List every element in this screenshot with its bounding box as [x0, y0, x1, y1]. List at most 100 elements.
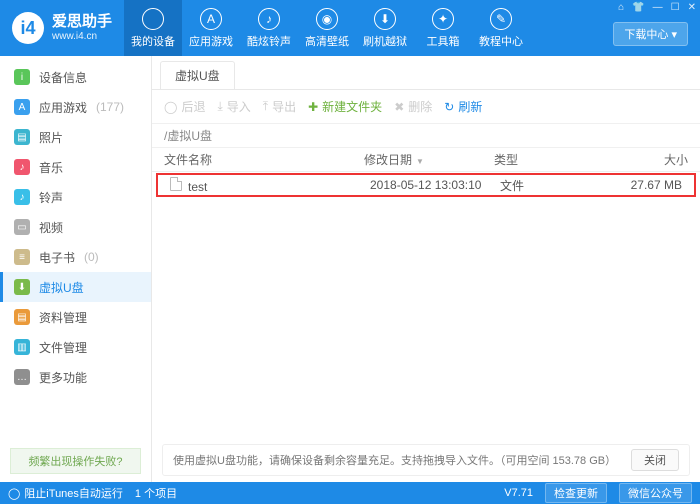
nav-label: 高清壁纸: [305, 33, 349, 49]
sidebar-icon: ♪: [14, 189, 30, 205]
hint-bar: 使用虚拟U盘功能，请确保设备剩余容量充足。支持拖拽导入文件。（可用空间 153.…: [162, 444, 690, 476]
sidebar-label: 音乐: [39, 159, 63, 176]
top-nav-item[interactable]: 我的设备: [124, 0, 182, 56]
export-button[interactable]: ⤒导出: [263, 98, 296, 115]
tab-virtual-udisk[interactable]: 虚拟U盘: [160, 61, 235, 89]
brand: i4 爱思助手 www.i4.cn: [0, 0, 124, 56]
app-header: i4 爱思助手 www.i4.cn 我的设备 A 应用游戏 ♪ 酷炫铃声 ◉ 高清壁纸 ⬇刷机…: [0, 0, 700, 56]
nav-icon: ⬇: [374, 8, 396, 30]
sidebar-label: 照片: [39, 129, 63, 146]
nav-label: 教程中心: [479, 33, 523, 49]
close-button[interactable]: ✕: [688, 2, 696, 13]
sidebar-label: 虚拟U盘: [39, 279, 84, 296]
sidebar-item[interactable]: ♪铃声: [0, 182, 151, 212]
cell-type: 文件: [500, 177, 580, 194]
cell-size: 27.67 MB: [580, 178, 682, 192]
top-nav-item[interactable]: ✎ 教程中心: [472, 0, 530, 56]
nav-icon: ✎: [490, 8, 512, 30]
sidebar-count: (177): [96, 100, 124, 114]
sidebar-icon: ♪: [14, 159, 30, 175]
col-size[interactable]: 大小: [574, 151, 688, 168]
brand-logo-icon: i4: [12, 12, 44, 44]
nav-icon: [142, 8, 164, 30]
sidebar-item[interactable]: ▤ 资料管理: [0, 302, 151, 332]
sidebar: i设备信息A应用游戏 (177)▤照片♪音乐♪铃声▭视频≡电子书 (0)⬇虚拟U…: [0, 56, 152, 482]
wechat-button[interactable]: 微信公众号: [619, 483, 692, 503]
nav-icon: ✦: [432, 8, 454, 30]
sidebar-label: 资料管理: [39, 309, 87, 326]
nav-icon: ◉: [316, 8, 338, 30]
toolbar: ◯后退 ⤓导入 ⤒导出 ✚新建文件夹 ✖删除 ↻刷新: [152, 90, 700, 124]
window-controls: ⌂ 👕 — ☐ ✕: [618, 2, 696, 13]
col-type[interactable]: 类型: [494, 151, 574, 168]
breadcrumb: /虚拟U盘: [152, 124, 700, 148]
cell-name: test: [170, 177, 370, 194]
hint-text: 使用虚拟U盘功能，请确保设备剩余容量充足。支持拖拽导入文件。（可用空间 153.…: [173, 452, 616, 468]
file-icon: [170, 177, 182, 191]
nav-label: 应用游戏: [189, 33, 233, 49]
sidebar-label: 更多功能: [39, 369, 87, 386]
sidebar-item[interactable]: ▤照片: [0, 122, 151, 152]
maximize-button[interactable]: ☐: [671, 2, 680, 13]
sidebar-item[interactable]: ≡电子书 (0): [0, 242, 151, 272]
sidebar-item[interactable]: …更多功能: [0, 362, 151, 392]
back-button: ◯后退: [164, 98, 205, 115]
col-date[interactable]: 修改日期: [364, 151, 494, 168]
import-button[interactable]: ⤓导入: [217, 98, 250, 115]
column-headers: 文件名称 修改日期 类型 大小: [152, 148, 700, 172]
nav-icon: ♪: [258, 8, 280, 30]
check-update-button[interactable]: 检查更新: [545, 483, 607, 503]
download-center-button[interactable]: 下载中心 ▾: [613, 22, 688, 46]
hint-close-button[interactable]: 关闭: [631, 449, 679, 471]
sidebar-icon: ▤: [14, 309, 30, 325]
col-name[interactable]: 文件名称: [164, 151, 364, 168]
export-icon: ⤒: [263, 99, 268, 114]
sidebar-item[interactable]: ▥ 文件管理: [0, 332, 151, 362]
itunes-block-toggle[interactable]: ◯阻止iTunes自动运行: [8, 485, 123, 501]
content-pane: 虚拟U盘 ◯后退 ⤓导入 ⤒导出 ✚新建文件夹 ✖删除 ↻刷新 /虚拟U盘 文件…: [152, 56, 700, 482]
minimize-button[interactable]: —: [653, 2, 663, 13]
cell-date: 2018-05-12 13:03:10: [370, 178, 500, 192]
sidebar-label: 视频: [39, 219, 63, 236]
sidebar-icon: ▭: [14, 219, 30, 235]
brand-name: 爱思助手: [52, 14, 112, 31]
sidebar-item[interactable]: i 设备信息: [0, 62, 151, 92]
settings-icon[interactable]: ⌂: [618, 2, 624, 13]
sidebar-count: (0): [84, 250, 99, 264]
sidebar-item[interactable]: ⬇ 虚拟U盘: [0, 272, 151, 302]
table-row[interactable]: test2018-05-12 13:03:10文件27.67 MB: [156, 173, 696, 197]
new-folder-button[interactable]: ✚新建文件夹: [308, 98, 382, 115]
top-nav-item[interactable]: ⬇刷机越狱: [356, 0, 414, 56]
nav-label: 酷炫铃声: [247, 33, 291, 49]
sidebar-item[interactable]: ▭ 视频: [0, 212, 151, 242]
refresh-button[interactable]: ↻刷新: [444, 98, 482, 115]
sidebar-label: 电子书: [39, 249, 75, 266]
top-nav-item[interactable]: ✦ 工具箱: [414, 0, 472, 56]
nav-label: 工具箱: [427, 33, 460, 49]
add-icon: ✚: [308, 100, 318, 114]
status-bar: ◯阻止iTunes自动运行 1 个项目 V7.71 检查更新 微信公众号: [0, 482, 700, 504]
skin-icon[interactable]: 👕: [632, 2, 644, 13]
sidebar-item[interactable]: ♪ 音乐: [0, 152, 151, 182]
nav-icon: A: [200, 8, 222, 30]
sidebar-label: 文件管理: [39, 339, 87, 356]
version-label: V7.71: [504, 487, 533, 499]
back-icon: ◯: [164, 100, 177, 114]
top-nav-item[interactable]: A 应用游戏: [182, 0, 240, 56]
sidebar-label: 设备信息: [39, 69, 87, 86]
download-center-label: 下载中心: [624, 29, 668, 41]
delete-button[interactable]: ✖删除: [394, 98, 432, 115]
circle-icon: ◯: [8, 487, 20, 500]
refresh-icon: ↻: [444, 100, 454, 114]
sidebar-help-link[interactable]: 频繁出现操作失败?: [10, 448, 141, 474]
top-nav-item[interactable]: ♪ 酷炫铃声: [240, 0, 298, 56]
sidebar-icon: ▥: [14, 339, 30, 355]
sidebar-icon: i: [14, 69, 30, 85]
sidebar-icon: ⬇: [14, 279, 30, 295]
top-nav-item[interactable]: ◉ 高清壁纸: [298, 0, 356, 56]
sidebar-item[interactable]: A 应用游戏 (177): [0, 92, 151, 122]
import-icon: ⤓: [217, 99, 222, 114]
sidebar-label: 应用游戏: [39, 99, 87, 116]
nav-label: 我的设备: [131, 33, 175, 49]
sidebar-icon: A: [14, 99, 30, 115]
